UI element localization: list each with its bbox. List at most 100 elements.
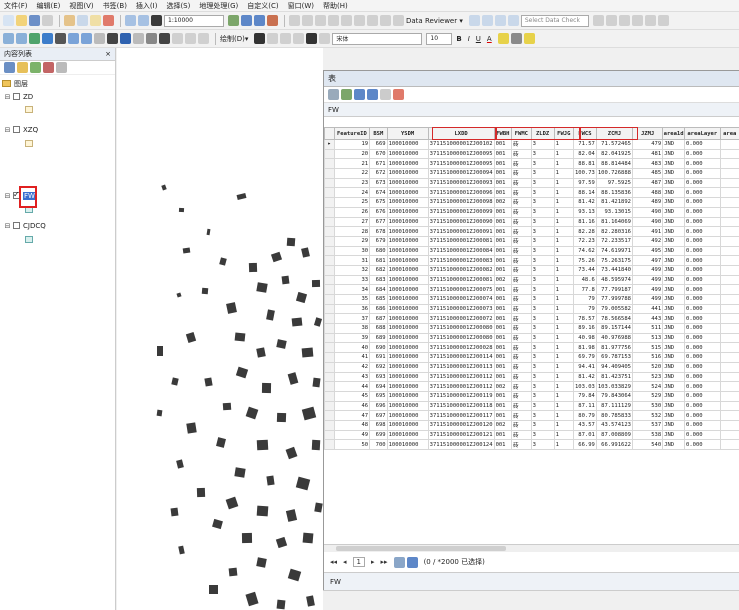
fill-color-icon[interactable] (497, 33, 509, 44)
table-cell[interactable]: 3 (530, 313, 555, 325)
building-footprint[interactable] (248, 262, 258, 273)
table-cell[interactable]: 81.42 (572, 197, 597, 208)
table-window-icon[interactable] (241, 15, 252, 26)
table-cell[interactable]: JND (662, 255, 686, 266)
building-footprint[interactable] (226, 302, 237, 314)
table-cell[interactable]: 443 (631, 313, 664, 325)
column-header-fwjg[interactable]: FWJG (553, 127, 574, 140)
table-row[interactable]: 27 677 100010000 371151000001ZJ00090 001 砖 3 1 8… (324, 216, 739, 228)
reviewer-session-icon[interactable] (631, 15, 643, 26)
row-selector[interactable] (324, 410, 335, 421)
table-row[interactable]: 48 698 100010000 371151000001ZJ00120 002 砖 3 1 4… (324, 419, 739, 431)
table-cell[interactable]: 682 (369, 264, 388, 276)
building-footprint[interactable] (178, 545, 185, 555)
table-cell[interactable]: 1 (553, 429, 574, 441)
table-cell[interactable]: 001 (493, 245, 513, 257)
table-cell[interactable]: 3 (530, 429, 555, 441)
table-cell[interactable]: 砖 (511, 197, 532, 208)
table-cell[interactable]: 483 (631, 158, 664, 170)
first-record-button[interactable]: ◂◂ (330, 558, 337, 566)
table-cell[interactable]: 491 (631, 226, 664, 237)
collapse-icon[interactable]: ⊟ (4, 222, 11, 230)
table-cell[interactable]: 001 (493, 216, 513, 228)
table-cell[interactable]: 砖 (511, 255, 532, 266)
layer-visibility-checkbox[interactable] (13, 126, 20, 133)
table-cell[interactable]: 砖 (511, 342, 532, 354)
building-footprint[interactable] (176, 292, 182, 298)
table-cell[interactable]: 1 (553, 439, 574, 450)
table-cell[interactable]: 499 (631, 284, 664, 295)
html-popup-icon[interactable] (172, 33, 183, 44)
table-cell[interactable]: 82.041925 (595, 148, 633, 160)
table-cell[interactable] (719, 429, 739, 441)
table-cell[interactable]: 100010000 (386, 206, 429, 218)
reviewer-tool-a-icon[interactable] (468, 15, 480, 26)
table-cell[interactable]: 3 (530, 235, 555, 247)
building-footprint[interactable] (161, 184, 167, 191)
table-cell[interactable]: 001 (493, 352, 513, 363)
row-selector[interactable] (324, 226, 335, 237)
table-cell[interactable]: 砖 (511, 352, 532, 363)
catalog-icon[interactable] (254, 15, 265, 26)
map-scale-combo[interactable]: 1:10000 (164, 14, 224, 27)
table-cell[interactable]: 100010000 (386, 342, 429, 354)
tool-a-icon[interactable] (315, 15, 326, 26)
new-document-icon[interactable] (3, 15, 14, 26)
row-selector[interactable] (324, 332, 335, 344)
table-cell[interactable]: 71.57 (572, 139, 597, 150)
table-cell[interactable]: 686 (369, 303, 388, 315)
table-cell[interactable]: 3 (530, 274, 555, 286)
table-cell[interactable]: 1 (553, 158, 574, 170)
row-selector[interactable] (324, 264, 335, 276)
table-cell[interactable]: 0.000 (684, 429, 721, 441)
table-cell[interactable]: 33 (333, 274, 371, 286)
table-cell[interactable]: 001 (493, 187, 513, 199)
table-cell[interactable]: 72.233517 (595, 235, 633, 247)
row-selector[interactable] (324, 342, 335, 354)
table-cell[interactable]: 87.01 (572, 429, 597, 441)
table-cell[interactable]: JND (662, 429, 686, 441)
row-selector[interactable] (324, 429, 335, 441)
next-record-button[interactable]: ▸ (371, 558, 375, 566)
table-row[interactable]: 26 676 100010000 371151000001ZJ00099 001 砖 3 1 9… (324, 206, 739, 218)
table-cell[interactable]: JND (662, 139, 686, 150)
table-cell[interactable]: 371151000001ZJ00091 (427, 226, 495, 237)
editor-icon[interactable] (228, 15, 239, 26)
table-cell[interactable] (719, 361, 739, 373)
table-cell[interactable]: 1 (553, 400, 574, 412)
table-cell[interactable]: 砖 (511, 400, 532, 412)
table-row[interactable]: 33 683 100010000 371151000001ZJ00081 002 砖 3 1 4… (324, 274, 739, 286)
table-row[interactable]: 24 674 100010000 371151000001ZJ00096 001 砖 3 1 8… (324, 187, 739, 199)
hyperlink-icon[interactable] (159, 33, 170, 44)
row-selector[interactable] (324, 255, 335, 266)
table-row[interactable]: 32 682 100010000 371151000001ZJ00082 001 砖 3 1 7… (324, 264, 739, 276)
table-cell[interactable]: 001 (493, 158, 513, 170)
reviewer-tool-c-icon[interactable] (494, 15, 506, 26)
table-cell[interactable]: 79 (572, 294, 597, 305)
table-cell[interactable]: 砖 (511, 294, 532, 305)
building-footprint[interactable] (256, 439, 269, 451)
table-cell[interactable] (719, 313, 739, 325)
table-cell[interactable]: JND (662, 148, 686, 160)
table-cell[interactable]: 45 (333, 390, 371, 402)
table-row[interactable]: 31 681 100010000 371151000001ZJ00083 001 砖 3 1 7… (324, 255, 739, 266)
row-selector[interactable] (324, 419, 335, 431)
table-cell[interactable]: 1 (553, 255, 574, 266)
table-cell[interactable]: 100010000 (386, 235, 429, 247)
building-footprint[interactable] (182, 247, 191, 254)
table-cell[interactable]: 砖 (511, 439, 532, 450)
table-cell[interactable]: 489 (631, 197, 664, 208)
row-selector[interactable]: ▸ (324, 139, 335, 150)
building-footprint[interactable] (311, 439, 321, 451)
table-cell[interactable]: 681 (369, 255, 388, 266)
layer-visibility-checkbox[interactable] (13, 222, 20, 229)
table-row[interactable]: 29 679 100010000 371151000001ZJ00081 001 砖 3 1 7… (324, 235, 739, 247)
paste-icon[interactable] (90, 15, 101, 26)
table-cell[interactable]: 37 (333, 313, 371, 325)
table-cell[interactable]: 001 (493, 429, 513, 441)
table-cell[interactable]: 0.000 (684, 313, 721, 325)
table-cell[interactable]: 001 (493, 390, 513, 402)
table-cell[interactable] (719, 439, 739, 450)
table-cell[interactable]: 81.42 (572, 371, 597, 383)
building-footprint[interactable] (178, 207, 185, 213)
